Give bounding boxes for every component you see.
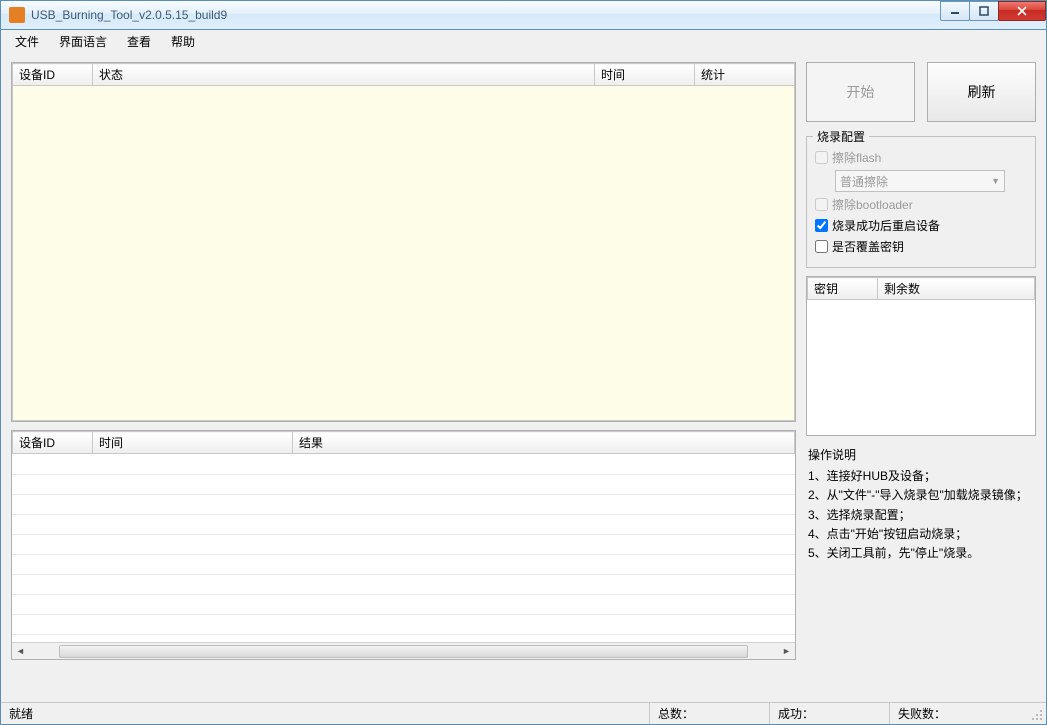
- key-col-remaining[interactable]: 剩余数: [878, 278, 1035, 300]
- window-controls: [941, 1, 1046, 21]
- status-bar: 就绪 总数： 成功： 失败数：: [1, 702, 1046, 724]
- overwrite-key-checkbox[interactable]: [815, 240, 828, 253]
- table-row: [12, 614, 795, 634]
- table-row: [12, 574, 795, 594]
- instructions-line: 4、点击"开始"按钮启动烧录；: [808, 525, 1034, 544]
- erase-bootloader-label: 擦除bootloader: [832, 196, 913, 213]
- results-table: 设备ID 时间 结果: [11, 430, 796, 660]
- burn-config-legend: 烧录配置: [813, 128, 869, 145]
- table-row: [12, 494, 795, 514]
- scroll-left-icon[interactable]: ◄: [12, 643, 29, 660]
- action-buttons: 开始 刷新: [806, 62, 1036, 122]
- status-total: 总数：: [650, 703, 770, 724]
- menu-help[interactable]: 帮助: [161, 31, 205, 52]
- title-bar: USB_Burning_Tool_v2.0.5.15_build9: [0, 0, 1047, 30]
- status-ready: 就绪: [1, 703, 650, 724]
- erase-bootloader-row: 擦除bootloader: [815, 196, 1027, 213]
- instructions-line: 5、关闭工具前，先"停止"烧录。: [808, 544, 1034, 563]
- table-row: [12, 474, 795, 494]
- maximize-icon: [979, 6, 989, 16]
- instructions-heading: 操作说明: [808, 446, 1034, 465]
- table-row: [12, 594, 795, 614]
- table-row: [12, 534, 795, 554]
- devices-col-time[interactable]: 时间: [595, 64, 695, 86]
- scroll-track[interactable]: [29, 643, 778, 660]
- table-row: [12, 514, 795, 534]
- minimize-icon: [950, 6, 960, 16]
- status-success: 成功：: [770, 703, 890, 724]
- erase-bootloader-checkbox[interactable]: [815, 198, 828, 211]
- close-icon: [1016, 6, 1028, 16]
- status-fail: 失败数：: [890, 703, 1030, 724]
- results-col-id[interactable]: 设备ID: [13, 432, 93, 454]
- scroll-right-icon[interactable]: ►: [778, 643, 795, 660]
- minimize-button[interactable]: [940, 1, 970, 21]
- close-button[interactable]: [998, 1, 1046, 21]
- overwrite-key-row: 是否覆盖密钥: [815, 238, 1027, 255]
- erase-mode-select[interactable]: 普通擦除 ▼: [835, 170, 1005, 192]
- chevron-down-icon: ▼: [991, 176, 1000, 186]
- results-table-header: 设备ID 时间 结果: [12, 431, 795, 454]
- instructions-line: 1、连接好HUB及设备；: [808, 467, 1034, 486]
- menu-file[interactable]: 文件: [5, 31, 49, 52]
- reboot-after-row: 烧录成功后重启设备: [815, 217, 1027, 234]
- instructions-line: 2、从"文件"-"导入烧录包"加载烧录镜像；: [808, 486, 1034, 505]
- results-table-body[interactable]: [12, 454, 795, 642]
- results-col-time[interactable]: 时间: [93, 432, 293, 454]
- menu-view[interactable]: 查看: [117, 31, 161, 52]
- table-row: [12, 554, 795, 574]
- reboot-after-checkbox[interactable]: [815, 219, 828, 232]
- horizontal-scrollbar[interactable]: ◄ ►: [12, 642, 795, 659]
- table-row: [12, 454, 795, 474]
- instructions-line: 3、选择烧录配置；: [808, 506, 1034, 525]
- burn-config-group: 烧录配置 擦除flash 普通擦除 ▼ 擦除bootloader 烧录成功后重启…: [806, 136, 1036, 268]
- key-table: 密钥 剩余数: [806, 276, 1036, 436]
- overwrite-key-label: 是否覆盖密钥: [832, 238, 904, 255]
- refresh-button[interactable]: 刷新: [927, 62, 1036, 122]
- reboot-after-label: 烧录成功后重启设备: [832, 217, 940, 234]
- window-title: USB_Burning_Tool_v2.0.5.15_build9: [31, 8, 227, 22]
- right-column: 开始 刷新 烧录配置 擦除flash 普通擦除 ▼ 擦除bootloader 烧…: [806, 62, 1036, 714]
- devices-col-stat[interactable]: 统计: [695, 64, 795, 86]
- app-icon: [9, 7, 25, 23]
- start-button[interactable]: 开始: [806, 62, 915, 122]
- erase-flash-checkbox[interactable]: [815, 151, 828, 164]
- devices-table-body[interactable]: [12, 86, 795, 421]
- menu-language[interactable]: 界面语言: [49, 31, 117, 52]
- client-area: 设备ID 状态 时间 统计 设备ID 时间 结果: [0, 52, 1047, 725]
- instructions: 操作说明 1、连接好HUB及设备； 2、从"文件"-"导入烧录包"加载烧录镜像；…: [806, 444, 1036, 565]
- key-col-key[interactable]: 密钥: [808, 278, 878, 300]
- resize-grip-icon[interactable]: [1030, 703, 1046, 724]
- devices-table: 设备ID 状态 时间 统计: [11, 62, 796, 422]
- erase-mode-value: 普通擦除: [840, 173, 888, 190]
- erase-flash-row: 擦除flash: [815, 149, 1027, 166]
- devices-col-id[interactable]: 设备ID: [13, 64, 93, 86]
- left-column: 设备ID 状态 时间 统计 设备ID 时间 结果: [11, 62, 796, 714]
- erase-flash-label: 擦除flash: [832, 149, 881, 166]
- maximize-button[interactable]: [969, 1, 999, 21]
- menu-bar: 文件 界面语言 查看 帮助: [0, 30, 1047, 52]
- devices-table-header: 设备ID 状态 时间 统计: [12, 63, 795, 86]
- scroll-thumb[interactable]: [59, 645, 748, 658]
- devices-col-status[interactable]: 状态: [93, 64, 595, 86]
- results-col-result[interactable]: 结果: [293, 432, 795, 454]
